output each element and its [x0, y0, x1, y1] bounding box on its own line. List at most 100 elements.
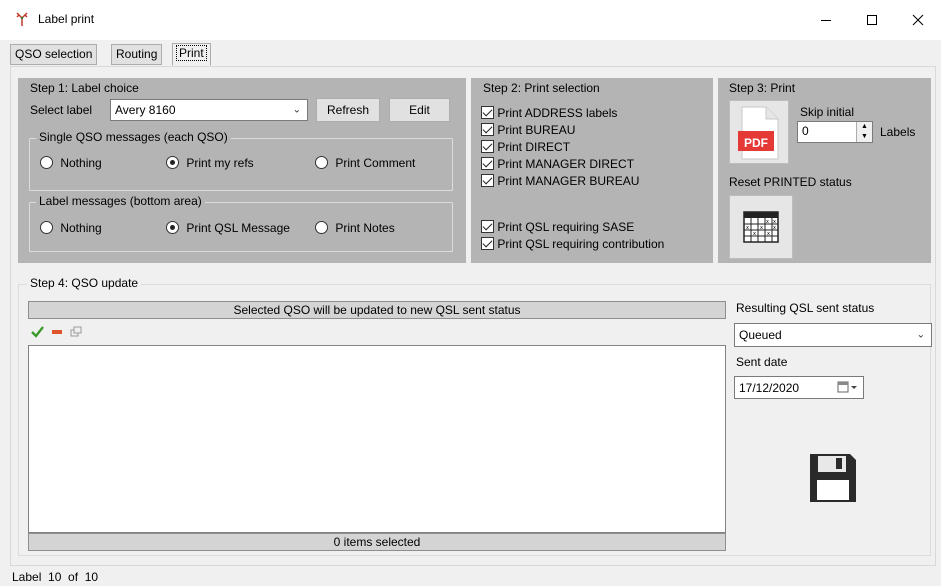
windows-icon[interactable] — [70, 326, 82, 337]
update-banner: Selected QSO will be updated to new QSL … — [28, 301, 726, 319]
resulting-status-label: Resulting QSL sent status — [736, 301, 875, 315]
check-print-qsl-contribution[interactable]: Print QSL requiring contribution — [481, 236, 664, 253]
radio-single-nothing[interactable]: Nothing — [40, 156, 102, 170]
chevron-down-icon: ⌄ — [292, 104, 301, 116]
close-icon — [912, 14, 924, 26]
radio-selected-icon — [166, 156, 179, 169]
print-pdf-button[interactable]: PDF — [729, 100, 789, 164]
sent-date-value: 17/12/2020 — [739, 380, 800, 395]
title-bar: Label print — [0, 0, 941, 40]
calendar-dropdown-icon[interactable] — [837, 380, 859, 397]
check-label: Print BUREAU — [497, 123, 576, 137]
check-all-icon[interactable] — [31, 326, 44, 338]
sent-date-label: Sent date — [736, 355, 788, 369]
check-label: Print MANAGER DIRECT — [497, 157, 635, 171]
edit-button[interactable]: Edit — [389, 98, 450, 122]
svg-text:x: x — [773, 225, 776, 231]
single-qso-group: Single QSO messages (each QSO) Nothing P… — [29, 130, 453, 191]
tab-qso-selection[interactable]: QSO selection — [10, 44, 98, 65]
reset-printed-button[interactable]: x x x x x x x — [729, 195, 793, 259]
radio-icon — [315, 221, 328, 234]
radio-label: Nothing — [60, 221, 102, 235]
svg-text:x: x — [760, 225, 763, 231]
radio-label-print-notes[interactable]: Print Notes — [315, 221, 395, 235]
svg-text:x: x — [746, 225, 749, 231]
select-label-caption: Select label — [30, 103, 93, 117]
label-select[interactable]: Avery 8160 ⌄ — [110, 99, 308, 121]
qso-list[interactable] — [28, 345, 726, 533]
radio-label: Print Notes — [335, 221, 395, 235]
radio-label: Nothing — [60, 156, 102, 170]
check-print-manager-bureau[interactable]: Print MANAGER BUREAU — [481, 173, 639, 190]
sent-date-picker[interactable]: 17/12/2020 — [734, 376, 864, 399]
checkbox-icon — [481, 237, 494, 250]
pdf-icon — [738, 106, 779, 160]
skip-initial-label: Skip initial — [800, 105, 855, 119]
tab-label: Print — [176, 45, 207, 61]
svg-text:x: x — [767, 231, 770, 237]
floppy-save-icon — [810, 454, 856, 502]
radio-single-print-my-refs[interactable]: Print my refs — [166, 156, 254, 170]
checkbox-icon — [481, 140, 494, 153]
chevron-down-icon: ⌄ — [916, 329, 925, 341]
single-group-title: Single QSO messages (each QSO) — [36, 130, 231, 144]
radio-label-nothing[interactable]: Nothing — [40, 221, 102, 235]
checkbox-icon — [481, 174, 494, 187]
status-bar-text: Label 10 of 10 — [12, 570, 99, 584]
items-selected-status: 0 items selected — [28, 533, 726, 551]
radio-single-print-comment[interactable]: Print Comment — [315, 156, 415, 170]
radio-icon — [40, 221, 53, 234]
resulting-status-value: Queued — [739, 328, 782, 342]
radio-label: Print my refs — [186, 156, 254, 170]
label-group-title: Label messages (bottom area) — [36, 194, 205, 208]
step2-panel: Step 2: Print selection Print ADDRESS la… — [471, 78, 713, 263]
maximize-button[interactable] — [849, 0, 895, 40]
step1-title: Step 1: Label choice — [30, 81, 139, 95]
check-label: Print DIRECT — [497, 140, 571, 154]
refresh-button[interactable]: Refresh — [316, 98, 380, 122]
labels-suffix: Labels — [880, 125, 916, 139]
tab-print[interactable]: Print — [172, 43, 211, 66]
skip-spinner[interactable]: ▲ ▼ — [856, 122, 872, 142]
spin-up-icon[interactable]: ▲ — [857, 122, 872, 132]
tab-label: Routing — [116, 47, 158, 61]
tab-label: QSO selection — [15, 47, 93, 61]
pdf-label: PDF — [744, 136, 768, 150]
checkbox-icon — [481, 123, 494, 136]
check-print-bureau[interactable]: Print BUREAU — [481, 122, 639, 139]
step1-panel: Step 1: Label choice Select label Avery … — [18, 78, 466, 263]
check-print-address-labels[interactable]: Print ADDRESS labels — [481, 105, 639, 122]
app-icon — [16, 12, 28, 26]
save-button[interactable] — [808, 452, 858, 504]
label-messages-group: Label messages (bottom area) Nothing Pri… — [29, 194, 453, 252]
skip-initial-value: 0 — [802, 124, 809, 138]
check-print-manager-direct[interactable]: Print MANAGER DIRECT — [481, 156, 639, 173]
check-print-direct[interactable]: Print DIRECT — [481, 139, 639, 156]
minimize-button[interactable] — [803, 0, 849, 40]
uncheck-all-icon[interactable] — [52, 330, 62, 334]
radio-icon — [315, 156, 328, 169]
table-grid-icon: x x x x x x x — [743, 211, 779, 243]
svg-text:x: x — [753, 231, 756, 237]
checkbox-icon — [481, 157, 494, 170]
radio-label: Print QSL Message — [186, 221, 290, 235]
check-label: Print MANAGER BUREAU — [497, 174, 640, 188]
check-label: Print ADDRESS labels — [497, 106, 618, 120]
minimize-icon — [821, 20, 831, 21]
check-print-qsl-sase[interactable]: Print QSL requiring SASE — [481, 219, 664, 236]
print-selection-checks: Print ADDRESS labels Print BUREAU Print … — [481, 105, 639, 190]
spin-down-icon[interactable]: ▼ — [857, 132, 872, 142]
radio-label-print-qsl-message[interactable]: Print QSL Message — [166, 221, 290, 235]
tab-routing[interactable]: Routing — [111, 44, 163, 65]
checkbox-icon — [481, 220, 494, 233]
skip-initial-input[interactable]: 0 ▲ ▼ — [797, 121, 873, 143]
close-button[interactable] — [895, 0, 941, 40]
resulting-status-select[interactable]: Queued ⌄ — [734, 323, 932, 347]
label-select-value: Avery 8160 — [115, 103, 176, 117]
checkbox-icon — [481, 106, 494, 119]
reset-printed-label: Reset PRINTED status — [729, 175, 852, 189]
radio-label: Print Comment — [335, 156, 416, 170]
step2-title: Step 2: Print selection — [483, 81, 600, 95]
step3-panel: Step 3: Print PDF Skip initial 0 ▲ ▼ Lab… — [718, 78, 931, 263]
step3-title: Step 3: Print — [729, 81, 796, 95]
